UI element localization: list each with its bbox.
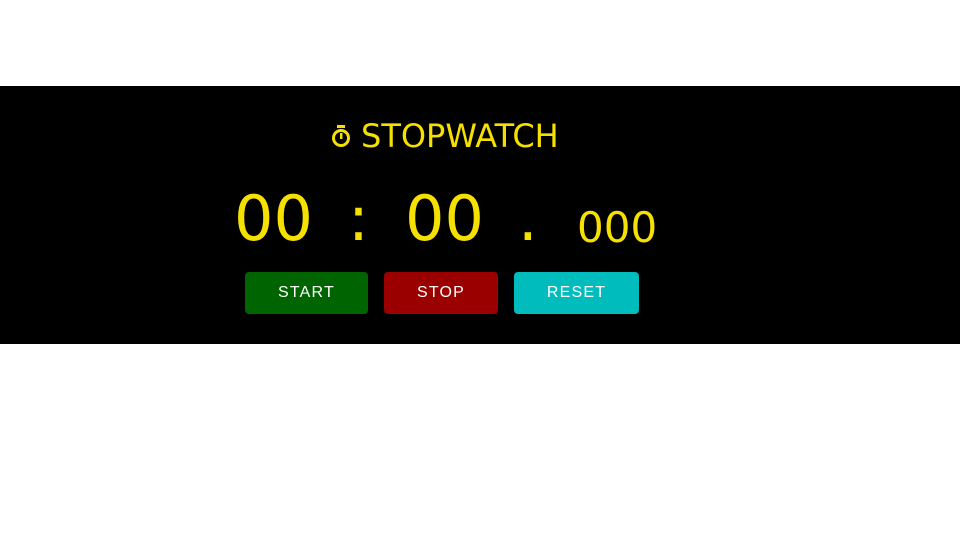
milliseconds-display: 000 <box>577 203 658 252</box>
time-separator-dot: . <box>518 182 538 255</box>
stop-button[interactable]: STOP <box>384 272 498 314</box>
page-title: STOPWATCH <box>361 117 559 155</box>
minutes-display: 00 <box>234 182 313 255</box>
stopwatch-icon <box>330 124 352 148</box>
reset-button[interactable]: RESET <box>514 272 639 314</box>
seconds-display: 00 <box>405 182 484 255</box>
start-button[interactable]: START <box>245 272 368 314</box>
app-header: STOPWATCH <box>330 116 559 156</box>
time-separator-colon: : <box>348 182 369 255</box>
